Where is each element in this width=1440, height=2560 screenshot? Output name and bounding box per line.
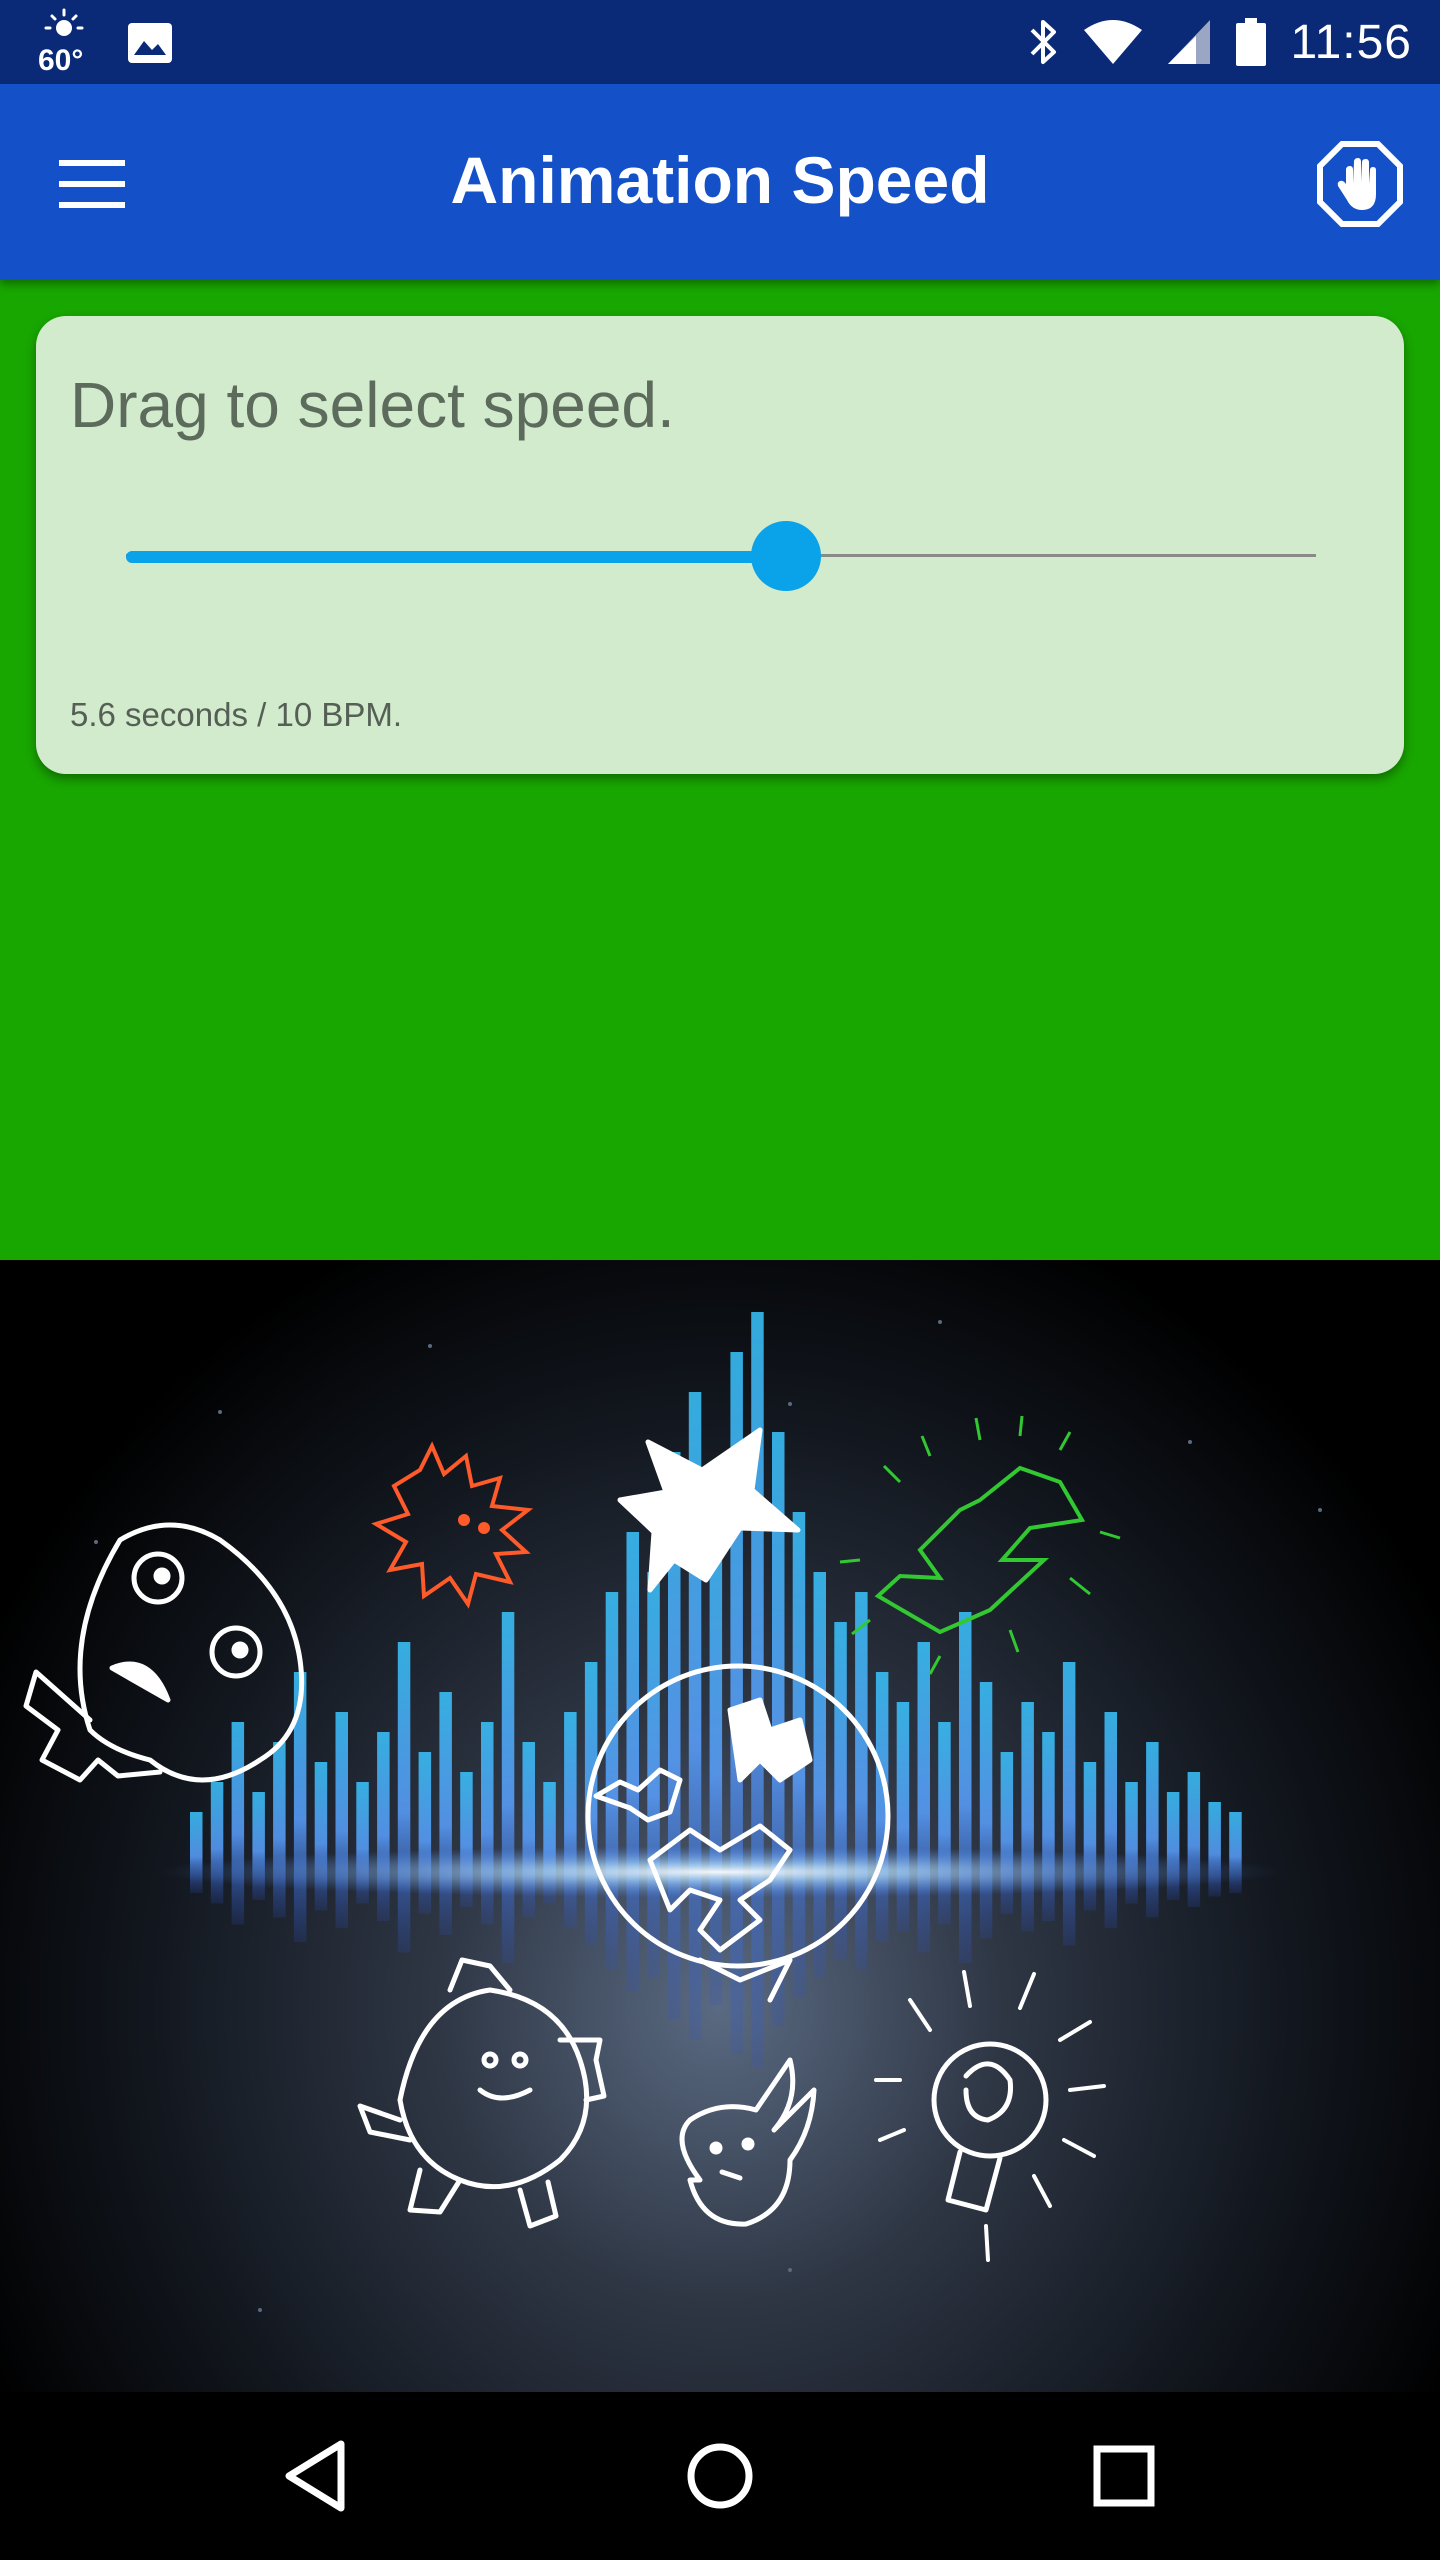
equalizer-bar (501, 1612, 515, 1963)
equalizer-bar (273, 1742, 286, 1918)
lightning-doodle-icon (839, 1415, 1121, 1675)
bluetooth-icon (1031, 20, 1057, 64)
status-bar-left: 60° (34, 8, 174, 78)
speed-prompt: Drag to select speed. (70, 369, 675, 441)
equalizer-bar (210, 1782, 224, 1904)
equalizer-bar (231, 1722, 245, 1925)
speed-card: Drag to select speed. 5.6 seconds / 10 B… (36, 316, 1404, 774)
status-bar-right: 11:56 (1026, 0, 1412, 84)
equalizer-bar (335, 1712, 348, 1928)
image-notification-icon (128, 23, 172, 63)
equalizer-bar (397, 1642, 411, 1953)
equalizer-bar (979, 1682, 993, 1939)
recents-square-icon (1093, 2445, 1155, 2507)
rabbit-doodle-icon (679, 2057, 817, 2227)
equalizer-bar (834, 1622, 847, 1960)
creature-doodle-icon (357, 1957, 607, 2229)
equalizer-bar (855, 1592, 868, 1970)
equalizer-bar (439, 1692, 452, 1935)
status-bar: 60° 11:56 (0, 0, 1440, 84)
animation-preview (0, 1260, 1440, 2392)
slider-thumb[interactable] (751, 521, 822, 591)
battery-icon (1236, 18, 1267, 66)
stop-hand-icon (1317, 141, 1403, 227)
cell-signal-icon (1168, 20, 1211, 64)
glow-line (160, 1846, 1280, 1898)
bat-doodle-icon (617, 1427, 801, 1593)
slider-fill (126, 551, 787, 563)
equalizer-bar (1187, 1772, 1201, 1907)
equalizer-bar (751, 1312, 764, 2068)
equalizer-bar (917, 1642, 930, 1953)
speed-slider[interactable] (126, 516, 1316, 596)
app-bar: Animation Speed (0, 84, 1440, 280)
skull-doodle-icon (23, 1522, 305, 1783)
navigation-bar (0, 2392, 1440, 2560)
page-title: Animation Speed (450, 143, 990, 217)
home-circle-icon (687, 2443, 753, 2509)
weather-indicator: 60° (34, 8, 92, 78)
equalizer-bar (813, 1572, 826, 1977)
home-button[interactable] (670, 2426, 770, 2526)
recents-button[interactable] (1074, 2426, 1174, 2526)
weather-sun-icon (44, 8, 84, 36)
equalizer-bar (1146, 1742, 1159, 1918)
speed-status: 5.6 seconds / 10 BPM. (70, 696, 403, 733)
lightbulb-doodle-icon (874, 1970, 1106, 2262)
equalizer-bar (605, 1592, 619, 1970)
equalizer-bars (190, 1312, 1242, 2068)
content-area: Drag to select speed. 5.6 seconds / 10 B… (0, 280, 1440, 1260)
clock-text: 11:56 (1290, 15, 1412, 69)
equalizer-bar (1021, 1702, 1034, 1932)
equalizer-bar (959, 1612, 972, 1963)
sun-doodle-icon (371, 1441, 534, 1609)
equalizer-bar (1062, 1662, 1076, 1946)
back-triangle-icon (285, 2440, 345, 2512)
equalizer-bar (896, 1702, 910, 1932)
animation-artwork (23, 1312, 1322, 2312)
temperature-text: 60° (38, 44, 84, 77)
stop-button[interactable] (1312, 136, 1408, 232)
wifi-icon (1084, 20, 1143, 64)
equalizer-bar (1104, 1712, 1117, 1928)
back-button[interactable] (266, 2426, 366, 2526)
